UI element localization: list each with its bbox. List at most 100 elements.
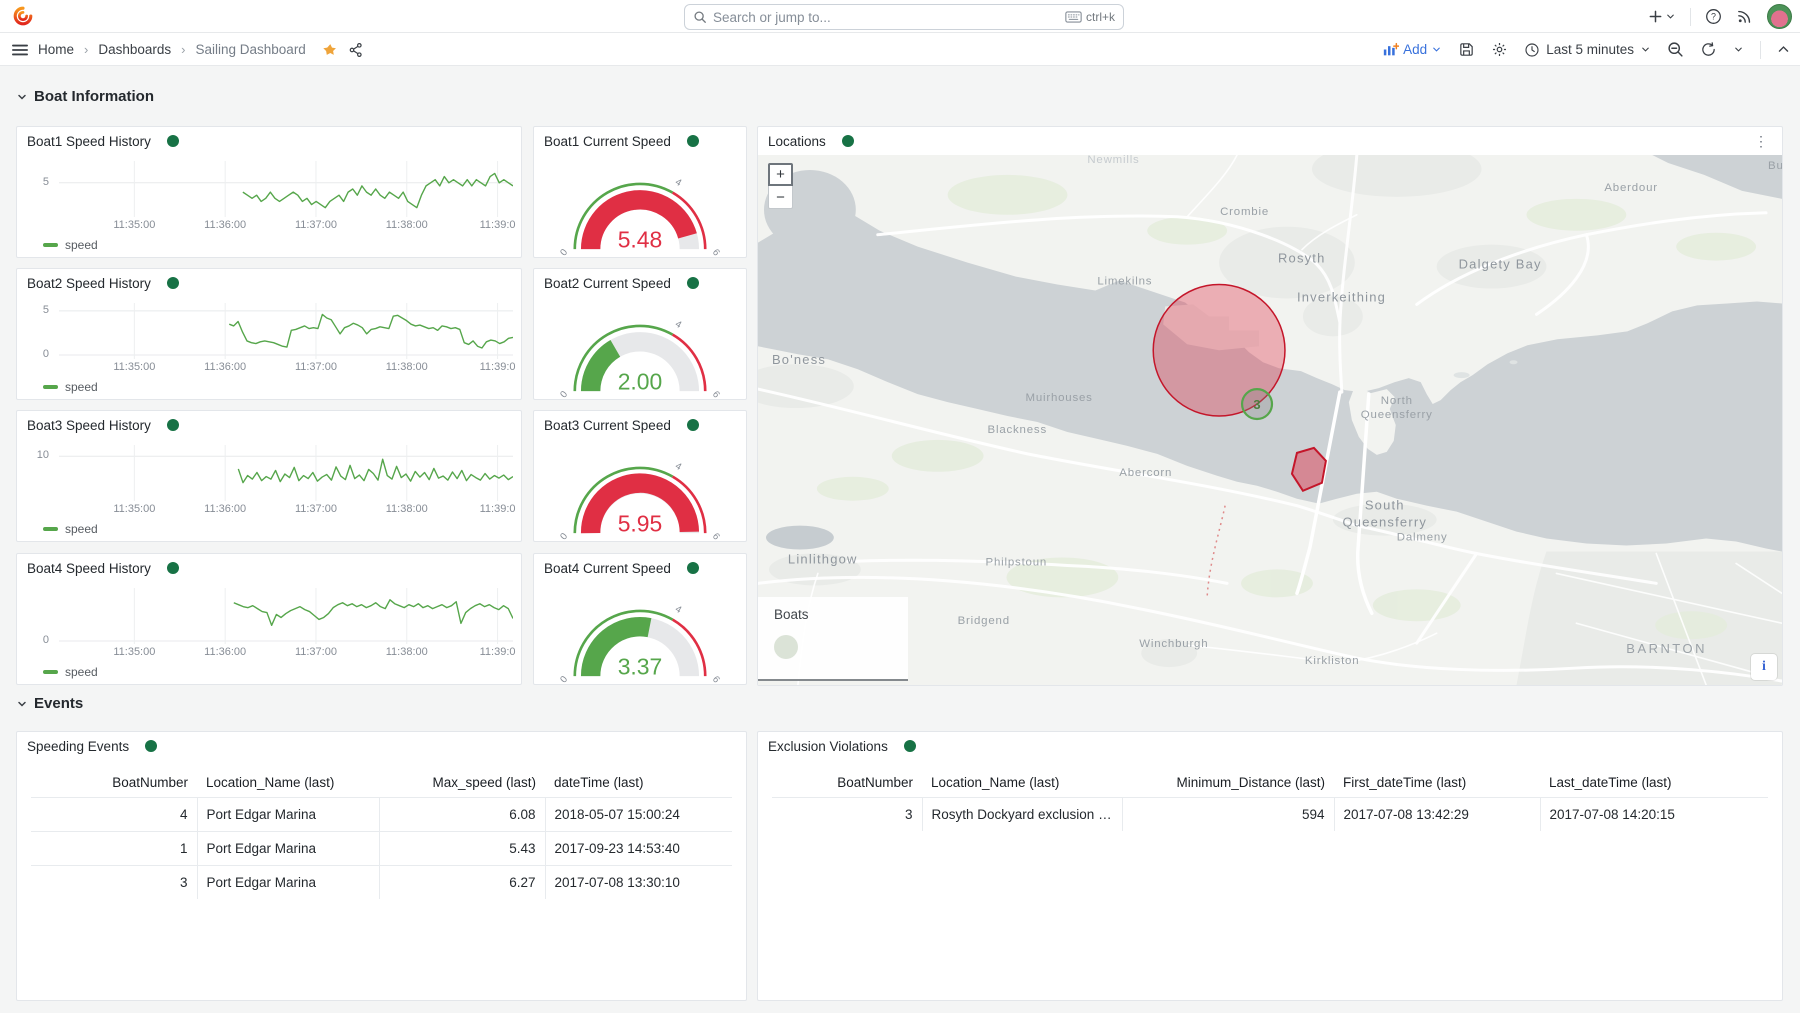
x-tick-label: 11:36:00 bbox=[204, 646, 246, 658]
refresh-interval-dropdown[interactable] bbox=[1733, 44, 1744, 55]
x-tick-label: 11:36:00 bbox=[204, 361, 246, 373]
breadcrumb-separator: › bbox=[181, 42, 185, 57]
boat2-speed-gauge: 0462.00 bbox=[534, 297, 746, 399]
boat4-speed-gauge: 0463.37 bbox=[534, 582, 746, 684]
map-zoom-out-button[interactable]: − bbox=[768, 186, 793, 209]
map-image[interactable]: NewmillsBurAberdourCrombieRosythDalgety … bbox=[758, 155, 1782, 685]
map-canvas[interactable]: NewmillsBurAberdourCrombieRosythDalgety … bbox=[758, 155, 1782, 685]
column-header[interactable]: Location_Name (last) bbox=[922, 768, 1122, 798]
svg-text:?: ? bbox=[1711, 12, 1716, 22]
news-rss-button[interactable] bbox=[1736, 8, 1753, 25]
map-place-label: Philpstoun bbox=[986, 556, 1048, 568]
breadcrumb: Home › Dashboards › Sailing Dashboard bbox=[38, 42, 306, 57]
map-legend-title[interactable]: Boats bbox=[758, 597, 908, 622]
map-place-label: Inverkeithing bbox=[1297, 289, 1386, 304]
boat1-speed-gauge: 0465.48 bbox=[534, 155, 746, 257]
column-header[interactable]: BoatNumber bbox=[772, 768, 922, 798]
column-header[interactable]: Last_dateTime (last) bbox=[1540, 768, 1768, 798]
map-zoom-in-button[interactable]: + bbox=[768, 163, 793, 186]
collapse-toolbar-button[interactable] bbox=[1777, 43, 1790, 56]
gauge-value: 3.37 bbox=[618, 653, 663, 679]
panel-title[interactable]: Boat2 Speed History bbox=[27, 276, 151, 291]
column-header[interactable]: dateTime (last) bbox=[545, 768, 732, 798]
search-input[interactable] bbox=[713, 10, 1059, 25]
map-place-label: Bur bbox=[1768, 160, 1782, 172]
table-cell: 3 bbox=[31, 866, 197, 900]
health-dot bbox=[687, 277, 699, 289]
column-header[interactable]: Max_speed (last) bbox=[379, 768, 545, 798]
panel-title[interactable]: Locations bbox=[768, 134, 826, 149]
column-header[interactable]: Minimum_Distance (last) bbox=[1122, 768, 1334, 798]
panel-title[interactable]: Boat1 Speed History bbox=[27, 134, 151, 149]
search-bar[interactable]: ctrl+k bbox=[684, 4, 1124, 30]
gauge-scale-label: 6 bbox=[710, 247, 722, 258]
gauge-scale-label: 4 bbox=[673, 461, 684, 474]
panel-title[interactable]: Boat4 Current Speed bbox=[544, 561, 671, 576]
table-row: 4Port Edgar Marina6.082018-05-07 15:00:2… bbox=[31, 798, 732, 832]
breadcrumb-dashboards[interactable]: Dashboards bbox=[98, 42, 171, 57]
x-tick-label: 11:37:00 bbox=[295, 646, 337, 658]
panel-title[interactable]: Boat1 Current Speed bbox=[544, 134, 671, 149]
table-cell: 4 bbox=[31, 798, 197, 832]
time-range-picker[interactable]: Last 5 minutes bbox=[1524, 42, 1651, 58]
table-row: 3Rosyth Dockyard exclusion zo...5942017-… bbox=[772, 798, 1768, 832]
x-tick-label: 11:35:00 bbox=[113, 646, 155, 658]
x-tick-label: 11:37:00 bbox=[295, 503, 337, 515]
search-icon bbox=[693, 10, 707, 24]
panel-speeding-events: Speeding Events BoatNumberLocation_Name … bbox=[16, 731, 747, 1001]
health-dot bbox=[687, 135, 699, 147]
y-axis: 50 bbox=[17, 303, 55, 359]
panel-title[interactable]: Boat2 Current Speed bbox=[544, 276, 671, 291]
x-tick-label: 11:36:00 bbox=[204, 219, 246, 231]
mega-menu-button[interactable] bbox=[12, 43, 28, 57]
map-place-label: Limekilns bbox=[1097, 276, 1152, 288]
save-dashboard-button[interactable] bbox=[1458, 41, 1475, 58]
column-header[interactable]: First_dateTime (last) bbox=[1334, 768, 1540, 798]
breadcrumb-home[interactable]: Home bbox=[38, 42, 74, 57]
table-cell: 5.43 bbox=[379, 832, 545, 866]
chevron-down-icon bbox=[1640, 44, 1651, 55]
legend-speed[interactable]: speed bbox=[43, 380, 98, 394]
health-dot bbox=[167, 419, 179, 431]
map-place-label: Dalgety Bay bbox=[1459, 257, 1542, 272]
grafana-logo[interactable] bbox=[12, 5, 34, 27]
new-button[interactable] bbox=[1648, 9, 1676, 24]
legend-speed[interactable]: speed bbox=[43, 522, 98, 536]
x-tick-label: 11:35:00 bbox=[113, 361, 155, 373]
column-header[interactable]: Location_Name (last) bbox=[197, 768, 379, 798]
add-panel-button[interactable]: Add bbox=[1382, 42, 1442, 57]
panel-menu-kebab-icon[interactable]: ⋮ bbox=[1750, 132, 1772, 150]
dashboard-settings-button[interactable] bbox=[1491, 41, 1508, 58]
share-icon[interactable] bbox=[348, 42, 364, 58]
refresh-button[interactable] bbox=[1700, 41, 1717, 58]
map-place-label: Bo'ness bbox=[772, 352, 826, 367]
x-tick-label: 11:35:00 bbox=[113, 219, 155, 231]
zoom-out-time-button[interactable] bbox=[1667, 41, 1684, 58]
add-panel-icon bbox=[1382, 42, 1399, 57]
map-attribution-button[interactable]: i bbox=[1751, 654, 1777, 680]
user-avatar[interactable] bbox=[1767, 4, 1792, 29]
panel-title[interactable]: Boat4 Speed History bbox=[27, 561, 151, 576]
column-header[interactable]: BoatNumber bbox=[31, 768, 197, 798]
chevron-down-icon bbox=[1431, 44, 1442, 55]
health-dot bbox=[145, 740, 157, 752]
help-button[interactable]: ? bbox=[1705, 8, 1722, 25]
panel-title[interactable]: Boat3 Speed History bbox=[27, 418, 151, 433]
legend-speed[interactable]: speed bbox=[43, 665, 98, 679]
table-cell: 2017-09-23 14:53:40 bbox=[545, 832, 732, 866]
legend-speed[interactable]: speed bbox=[43, 238, 98, 252]
x-tick-label: 11:36:00 bbox=[204, 503, 246, 515]
panel-title[interactable]: Exclusion Violations bbox=[768, 739, 888, 754]
section-events[interactable]: Events bbox=[16, 695, 83, 712]
panel-title[interactable]: Boat3 Current Speed bbox=[544, 418, 671, 433]
favorite-star-icon[interactable] bbox=[322, 42, 338, 58]
health-dot bbox=[167, 135, 179, 147]
section-boat-information[interactable]: Boat Information bbox=[16, 88, 154, 105]
x-tick-label: 11:37:00 bbox=[295, 219, 337, 231]
panel-boat1-current-speed: Boat1 Current Speed 0465.48 bbox=[533, 126, 747, 258]
x-tick-label: 11:37:00 bbox=[295, 361, 337, 373]
panel-title[interactable]: Speeding Events bbox=[27, 739, 129, 754]
y-tick-label: 0 bbox=[43, 634, 49, 646]
y-axis: 5 bbox=[17, 161, 55, 217]
x-tick-label: 11:39:0 bbox=[480, 503, 516, 515]
